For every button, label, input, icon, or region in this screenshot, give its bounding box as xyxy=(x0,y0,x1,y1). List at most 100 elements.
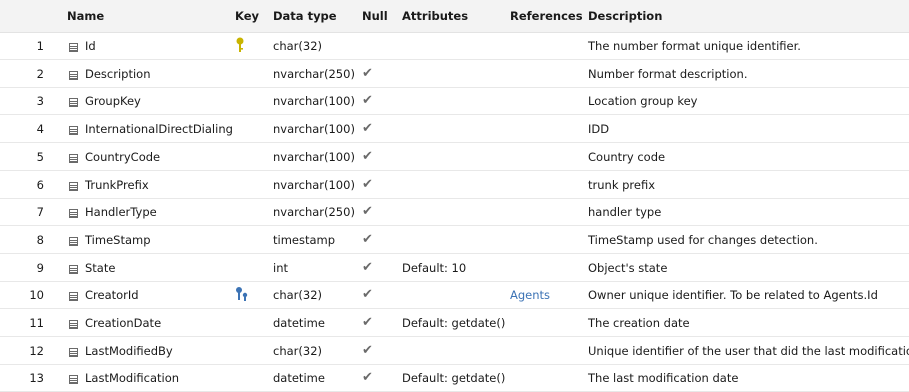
primary-key-icon xyxy=(235,37,245,53)
column-name[interactable]: GroupKey xyxy=(85,94,141,108)
attributes: Default: getdate() xyxy=(402,371,506,386)
data-type: nvarchar(250) xyxy=(273,205,355,220)
description: The last modification date xyxy=(588,371,739,386)
description: Object's state xyxy=(588,260,668,275)
column-icon xyxy=(69,290,78,304)
row-number: 8 xyxy=(36,232,44,247)
columns-table: Name Key Data type Null Attributes Refer… xyxy=(0,0,909,392)
row-number: 6 xyxy=(36,177,44,192)
table-row[interactable]: 1 Id char(32) The number format unique iden… xyxy=(0,32,909,60)
data-type: datetime xyxy=(273,371,325,386)
row-number: 1 xyxy=(36,39,44,53)
row-number: 11 xyxy=(29,316,44,330)
description: Location group key xyxy=(588,94,698,109)
table-header: Name Key Data type Null Attributes Refer… xyxy=(0,0,909,33)
column-icon xyxy=(69,96,78,110)
foreign-key-icon xyxy=(235,286,249,302)
header-references[interactable]: References xyxy=(510,9,583,23)
column-name[interactable]: Description xyxy=(85,67,151,81)
data-type: datetime xyxy=(273,316,325,330)
description: The creation date xyxy=(588,316,690,330)
table-row[interactable]: 11 CreationDate datetime ✔ Default: getdate(… xyxy=(0,309,909,337)
row-number: 9 xyxy=(36,260,44,275)
table-row[interactable]: 4 InternationalDirectDialing nvarchar(100)… xyxy=(0,115,909,144)
header-data-type[interactable]: Data type xyxy=(273,9,337,23)
description: TimeStamp used for changes detection. xyxy=(588,232,818,247)
row-number: 12 xyxy=(29,343,44,358)
data-type: nvarchar(100) xyxy=(273,149,355,164)
data-type: char(32) xyxy=(273,288,322,303)
reference-link[interactable]: Agents xyxy=(510,288,550,302)
row-number: 10 xyxy=(29,288,44,303)
description: trunk prefix xyxy=(588,177,656,192)
column-icon xyxy=(69,41,78,55)
description: Country code xyxy=(588,149,666,164)
header-name[interactable]: Name xyxy=(67,9,104,23)
row-number: 2 xyxy=(36,66,44,81)
column-name[interactable]: TrunkPrefix xyxy=(85,178,149,192)
data-type: nvarchar(250) xyxy=(273,66,355,81)
checkmark-icon: ✔ xyxy=(362,65,373,81)
column-name[interactable]: State xyxy=(85,261,115,275)
attributes: Default: 10 xyxy=(402,260,467,275)
data-type: nvarchar(100) xyxy=(273,122,355,137)
column-icon xyxy=(69,69,78,83)
checkmark-icon: ✔ xyxy=(362,148,373,164)
checkmark-icon: ✔ xyxy=(362,93,373,109)
data-type: char(32) xyxy=(273,343,322,358)
row-number: 4 xyxy=(36,122,44,137)
description: handler type xyxy=(588,205,662,220)
description: IDD xyxy=(588,122,610,137)
column-name[interactable]: TimeStamp xyxy=(85,233,151,247)
column-icon xyxy=(69,207,78,221)
data-type: int xyxy=(273,260,288,275)
header-key[interactable]: Key xyxy=(235,9,259,23)
table-row[interactable]: 13 LastModification datetime ✔ Default: getd… xyxy=(0,364,909,392)
table-row[interactable]: 9 State int ✔ Default: 10 Object's state xyxy=(0,254,909,282)
column-name[interactable]: LastModifiedBy xyxy=(85,344,173,358)
row-number: 7 xyxy=(36,205,44,220)
column-name[interactable]: Id xyxy=(85,39,96,53)
column-icon xyxy=(69,235,78,249)
header-null[interactable]: Null xyxy=(362,9,388,23)
column-name[interactable]: CreationDate xyxy=(85,316,161,330)
table-row[interactable]: 10 CreatorId char(32) ✔ Agents Owner unique i… xyxy=(0,281,909,310)
checkmark-icon: ✔ xyxy=(362,204,373,220)
column-icon xyxy=(69,373,78,387)
attributes: Default: getdate() xyxy=(402,316,506,330)
checkmark-icon: ✔ xyxy=(362,176,373,192)
data-type: nvarchar(100) xyxy=(273,94,355,109)
checkmark-icon: ✔ xyxy=(362,370,373,386)
column-name[interactable]: InternationalDirectDialing xyxy=(85,122,233,136)
header-description[interactable]: Description xyxy=(588,9,662,23)
row-number: 13 xyxy=(29,371,44,386)
row-number: 3 xyxy=(36,94,44,109)
column-name[interactable]: LastModification xyxy=(85,371,179,385)
checkmark-icon: ✔ xyxy=(362,121,373,137)
column-name[interactable]: CreatorId xyxy=(85,288,139,302)
header-attributes[interactable]: Attributes xyxy=(402,9,468,23)
column-name[interactable]: HandlerType xyxy=(85,205,157,219)
table-row[interactable]: 12 LastModifiedBy char(32) ✔ Unique identifi… xyxy=(0,337,909,365)
checkmark-icon: ✔ xyxy=(362,259,373,275)
column-name[interactable]: CountryCode xyxy=(85,150,160,164)
checkmark-icon: ✔ xyxy=(362,287,373,303)
description: Unique identifier of the user that did t… xyxy=(588,343,909,358)
column-icon xyxy=(69,263,78,277)
column-icon xyxy=(69,152,78,166)
data-type: timestamp xyxy=(273,232,336,247)
table-row[interactable]: 6 TrunkPrefix nvarchar(100) ✔ trunk prefix xyxy=(0,171,909,199)
checkmark-icon: ✔ xyxy=(362,315,373,330)
table-row[interactable]: 3 GroupKey nvarchar(100) ✔ Location group ke… xyxy=(0,87,909,116)
table-row[interactable]: 5 CountryCode nvarchar(100) ✔ Country code xyxy=(0,143,909,171)
column-icon xyxy=(69,318,78,332)
table-row[interactable]: 2 Description nvarchar(250) ✔ Number format … xyxy=(0,60,909,88)
checkmark-icon: ✔ xyxy=(362,231,373,247)
column-icon xyxy=(69,124,78,138)
data-type: char(32) xyxy=(273,39,322,53)
row-number: 5 xyxy=(36,149,44,164)
column-icon xyxy=(69,346,78,360)
table-row[interactable]: 7 HandlerType nvarchar(250) ✔ handler type xyxy=(0,198,909,227)
table-row[interactable]: 8 TimeStamp timestamp ✔ TimeStamp used for c… xyxy=(0,226,909,254)
description: The number format unique identifier. xyxy=(588,39,801,53)
